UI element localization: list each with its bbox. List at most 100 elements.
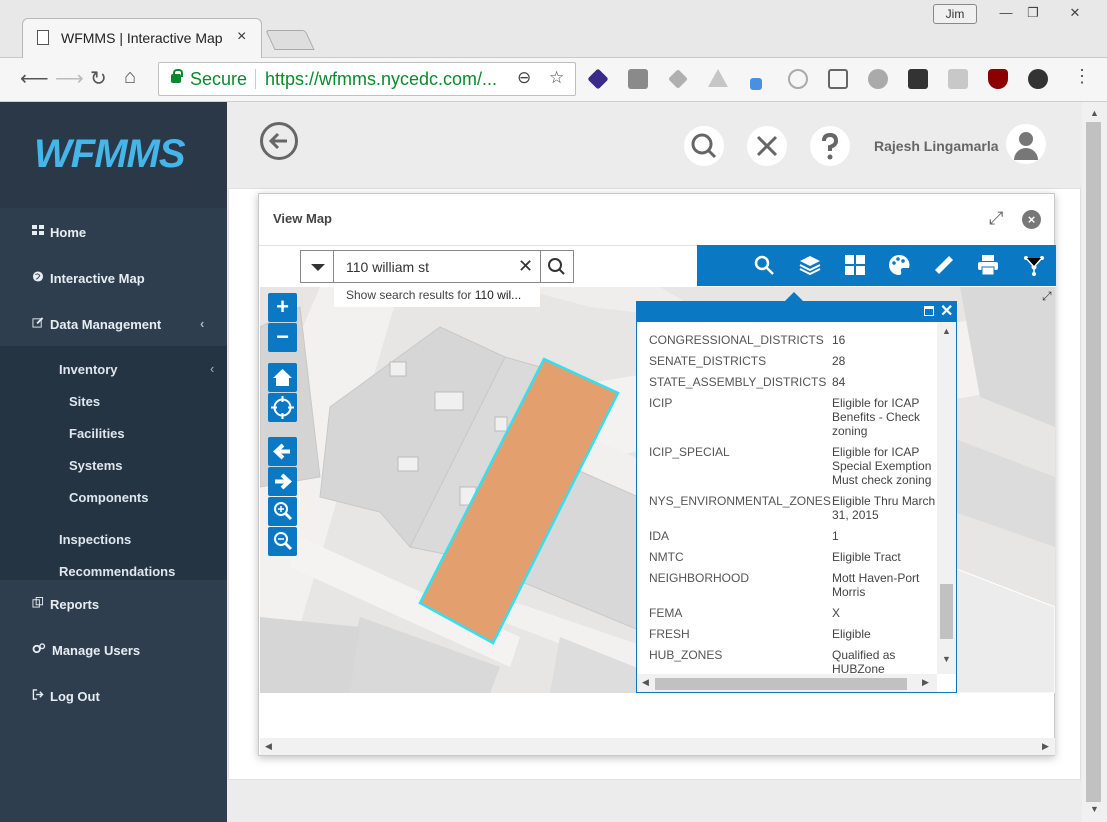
modal-close-icon[interactable]: × [1022, 210, 1041, 229]
view-map-modal: View Map ⤢ × ✕ [258, 193, 1056, 756]
browser-tab[interactable]: WFMMS | Interactive Map × [22, 18, 262, 58]
forward-arrow-icon[interactable]: ⟶ [55, 66, 84, 91]
new-tab-button[interactable] [265, 30, 315, 50]
previous-extent-button[interactable] [268, 437, 297, 466]
search-button[interactable] [684, 126, 724, 166]
attribute-value: X [832, 606, 841, 620]
extension-icon[interactable] [628, 69, 648, 89]
extension-icon[interactable] [1028, 69, 1048, 89]
close-button[interactable] [747, 126, 787, 166]
zoom-in-box-button[interactable] [268, 497, 297, 526]
modal-scrollbar-horizontal[interactable]: ◀ ▶ [260, 738, 1055, 755]
scrollbar-thumb[interactable] [1086, 122, 1101, 802]
zoom-out-button[interactable]: − [268, 323, 297, 352]
divider [255, 69, 256, 89]
ruler-icon[interactable] [933, 254, 955, 276]
crosshair-icon [271, 396, 294, 419]
attribute-key: HUB_ZONES [649, 648, 723, 662]
url-text[interactable]: https://wfmms.nycedc.com/... [265, 69, 497, 90]
attribute-key: SENATE_DISTRICTS [649, 354, 767, 368]
drive-icon[interactable] [708, 69, 728, 87]
extension-icon[interactable] [587, 68, 609, 90]
extension-icon[interactable] [668, 69, 688, 89]
back-button[interactable] [260, 122, 298, 160]
zoom-icon[interactable]: ⊖ [517, 68, 531, 88]
attribute-key: FEMA [649, 606, 683, 620]
popup-hscroll-thumb[interactable] [655, 678, 907, 690]
popup-scrollbar-thumb[interactable] [940, 584, 953, 639]
maximize-button[interactable]: ❐ [1013, 2, 1053, 24]
search-suggestion[interactable]: Show search results for 110 wil... [334, 285, 540, 307]
home-icon[interactable]: ⌂ [124, 66, 136, 89]
film-icon[interactable] [908, 69, 928, 89]
sidebar-item-interactive-map[interactable]: Interactive Map [0, 256, 227, 300]
tab-close-icon[interactable]: × [237, 28, 246, 46]
submenu-item-sites[interactable]: Sites [69, 394, 100, 409]
sidebar-item-label: Reports [50, 597, 100, 612]
sidebar-item-log-out[interactable]: Log Out [0, 674, 227, 718]
map-search-input[interactable] [333, 250, 541, 283]
popup-close-icon[interactable]: ✕ [940, 301, 953, 321]
extension-icon[interactable] [948, 69, 968, 89]
scroll-up-icon[interactable]: ▲ [942, 326, 951, 336]
attribute-value: Eligible for ICAP Benefits - Check zonin… [832, 396, 921, 438]
gears-icon [32, 643, 46, 654]
sidebar-item-reports[interactable]: Reports [0, 582, 227, 626]
search-location-icon[interactable] [753, 254, 775, 276]
scroll-right-icon[interactable]: ▶ [1042, 741, 1049, 752]
cast-icon[interactable] [828, 69, 848, 89]
home-extent-button[interactable] [268, 363, 297, 392]
profile-chip[interactable]: Jim [933, 4, 977, 24]
basemap-grid-icon[interactable] [844, 254, 866, 276]
extension-icon[interactable] [788, 69, 808, 89]
submenu-item-components[interactable]: Components [69, 490, 148, 505]
scroll-left-icon[interactable]: ◀ [265, 741, 272, 752]
search-submit-button[interactable] [540, 250, 574, 283]
print-icon[interactable] [977, 254, 999, 276]
sidebar-item-data-management[interactable]: Data Management ‹ [0, 302, 227, 346]
clear-icon[interactable]: ✕ [518, 256, 533, 277]
sidebar-item-home[interactable]: Home [0, 210, 227, 254]
layers-icon[interactable] [799, 254, 821, 276]
scroll-right-icon[interactable]: ▶ [922, 677, 929, 688]
eyedropper-icon[interactable] [750, 78, 762, 90]
share-network-icon[interactable] [1023, 254, 1045, 276]
attribute-key: STATE_ASSEMBLY_DISTRICTS [649, 375, 827, 389]
avatar[interactable] [1006, 124, 1046, 164]
zoom-out-box-button[interactable] [268, 527, 297, 556]
submenu-item-inspections[interactable]: Inspections [59, 532, 131, 547]
page-scrollbar[interactable]: ▲ ▼ [1082, 102, 1107, 822]
expand-icon[interactable]: ⤢ [989, 208, 1003, 229]
locate-button[interactable] [268, 393, 297, 422]
expand-map-icon[interactable]: ⤢ [1042, 289, 1052, 304]
scroll-up-icon[interactable]: ▲ [1090, 108, 1099, 118]
palette-icon[interactable] [888, 254, 910, 276]
skype-icon[interactable] [868, 69, 888, 89]
search-source-dropdown[interactable] [300, 250, 334, 283]
bookmark-star-icon[interactable]: ☆ [549, 68, 564, 88]
ublock-icon[interactable] [988, 69, 1008, 89]
maximize-icon[interactable] [924, 306, 934, 316]
back-arrow-icon[interactable]: ⟵ [20, 66, 49, 91]
zoom-in-button[interactable]: + [268, 293, 297, 322]
menu-kebab-icon[interactable]: ⋮ [1073, 66, 1091, 87]
scroll-down-icon[interactable]: ▼ [1090, 804, 1099, 814]
search-icon [548, 258, 565, 275]
submenu-item-systems[interactable]: Systems [69, 458, 122, 473]
attribute-value: 84 [832, 375, 846, 389]
submenu-item-recommendations[interactable]: Recommendations [59, 564, 175, 579]
scroll-down-icon[interactable]: ▼ [942, 654, 951, 664]
lock-icon [171, 69, 183, 83]
address-bar[interactable]: Secure https://wfmms.nycedc.com/... ⊖ ☆ [158, 62, 576, 96]
scroll-left-icon[interactable]: ◀ [642, 677, 649, 688]
help-button[interactable] [810, 126, 850, 166]
reload-icon[interactable]: ↻ [90, 66, 107, 91]
logo: WFMMS [34, 132, 186, 176]
search-icon [691, 133, 717, 159]
next-extent-button[interactable] [268, 467, 297, 496]
window-close-button[interactable]: ✕ [1055, 2, 1095, 24]
username[interactable]: Rajesh Lingamarla [874, 138, 999, 154]
sidebar-item-manage-users[interactable]: Manage Users [0, 628, 227, 672]
submenu-item-inventory[interactable]: Inventory [59, 362, 118, 377]
submenu-item-facilities[interactable]: Facilities [69, 426, 125, 441]
